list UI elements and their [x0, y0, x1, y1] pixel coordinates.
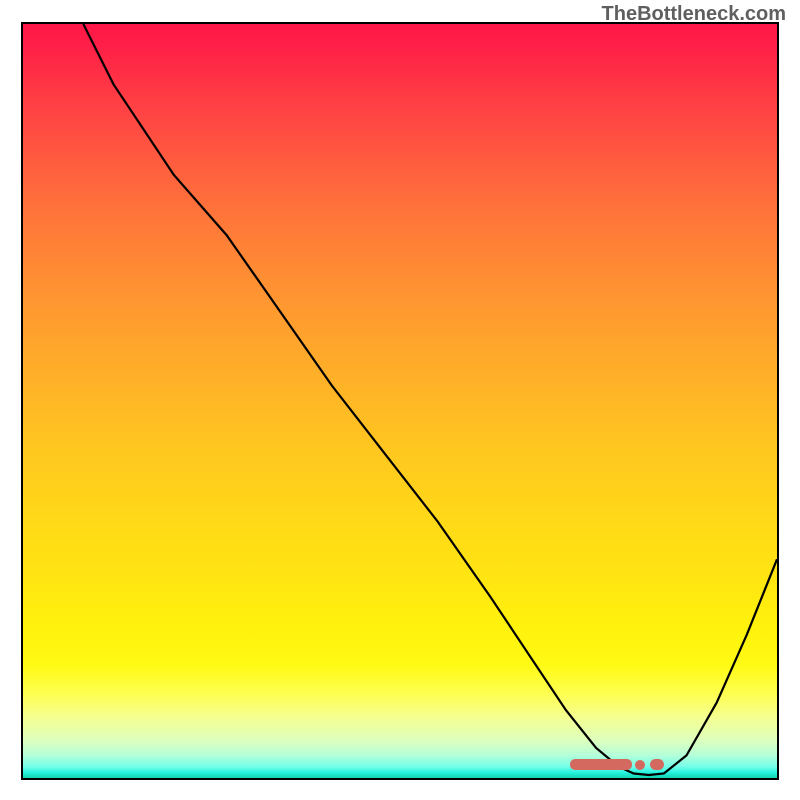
- optimal-range-marker-dot-2: [650, 759, 664, 770]
- watermark-text: TheBottleneck.com: [602, 3, 786, 26]
- optimal-range-marker-dot-1: [635, 760, 645, 770]
- optimal-range-marker: [570, 759, 632, 770]
- bottleneck-curve-line: [23, 24, 777, 778]
- chart-plot-area: [21, 22, 779, 780]
